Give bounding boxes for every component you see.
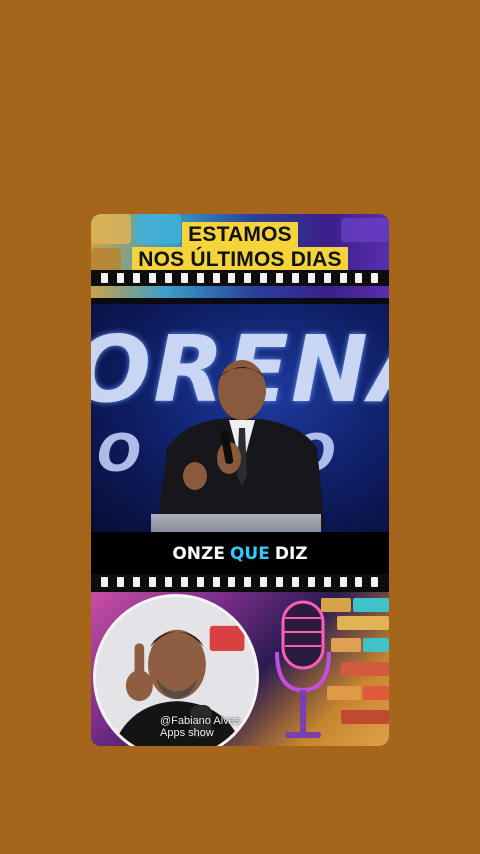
subtitle-word-1: ONZE [172,544,225,564]
lectern [151,514,321,532]
caption-line-1: ESTAMOS [182,222,298,247]
speaker-figure [157,360,325,528]
watermark-text: @Fabiano Alves - Apps show [160,715,247,739]
video-card[interactable]: ESTAMOS NOS ÚLTIMOS DIAS ORENA O O RO ON… [91,214,389,746]
subtitle-word-2: QUE [229,544,270,564]
filmstrip-bottom [91,574,389,590]
caption-line-2: NOS ÚLTIMOS DIAS [132,247,348,272]
host-avatar: @Fabiano Alves - Apps show [93,594,259,746]
video-frame: ORENA O O RO [91,304,389,532]
subtitle-word-3: DIZ [274,544,308,564]
microphone-icon [275,600,331,738]
filmstrip-top [91,270,389,286]
subtitle-bar: ONZE QUE DIZ [91,532,389,576]
caption: ESTAMOS NOS ÚLTIMOS DIAS [125,222,355,272]
bottom-panel: @Fabiano Alves - Apps show [91,592,389,746]
